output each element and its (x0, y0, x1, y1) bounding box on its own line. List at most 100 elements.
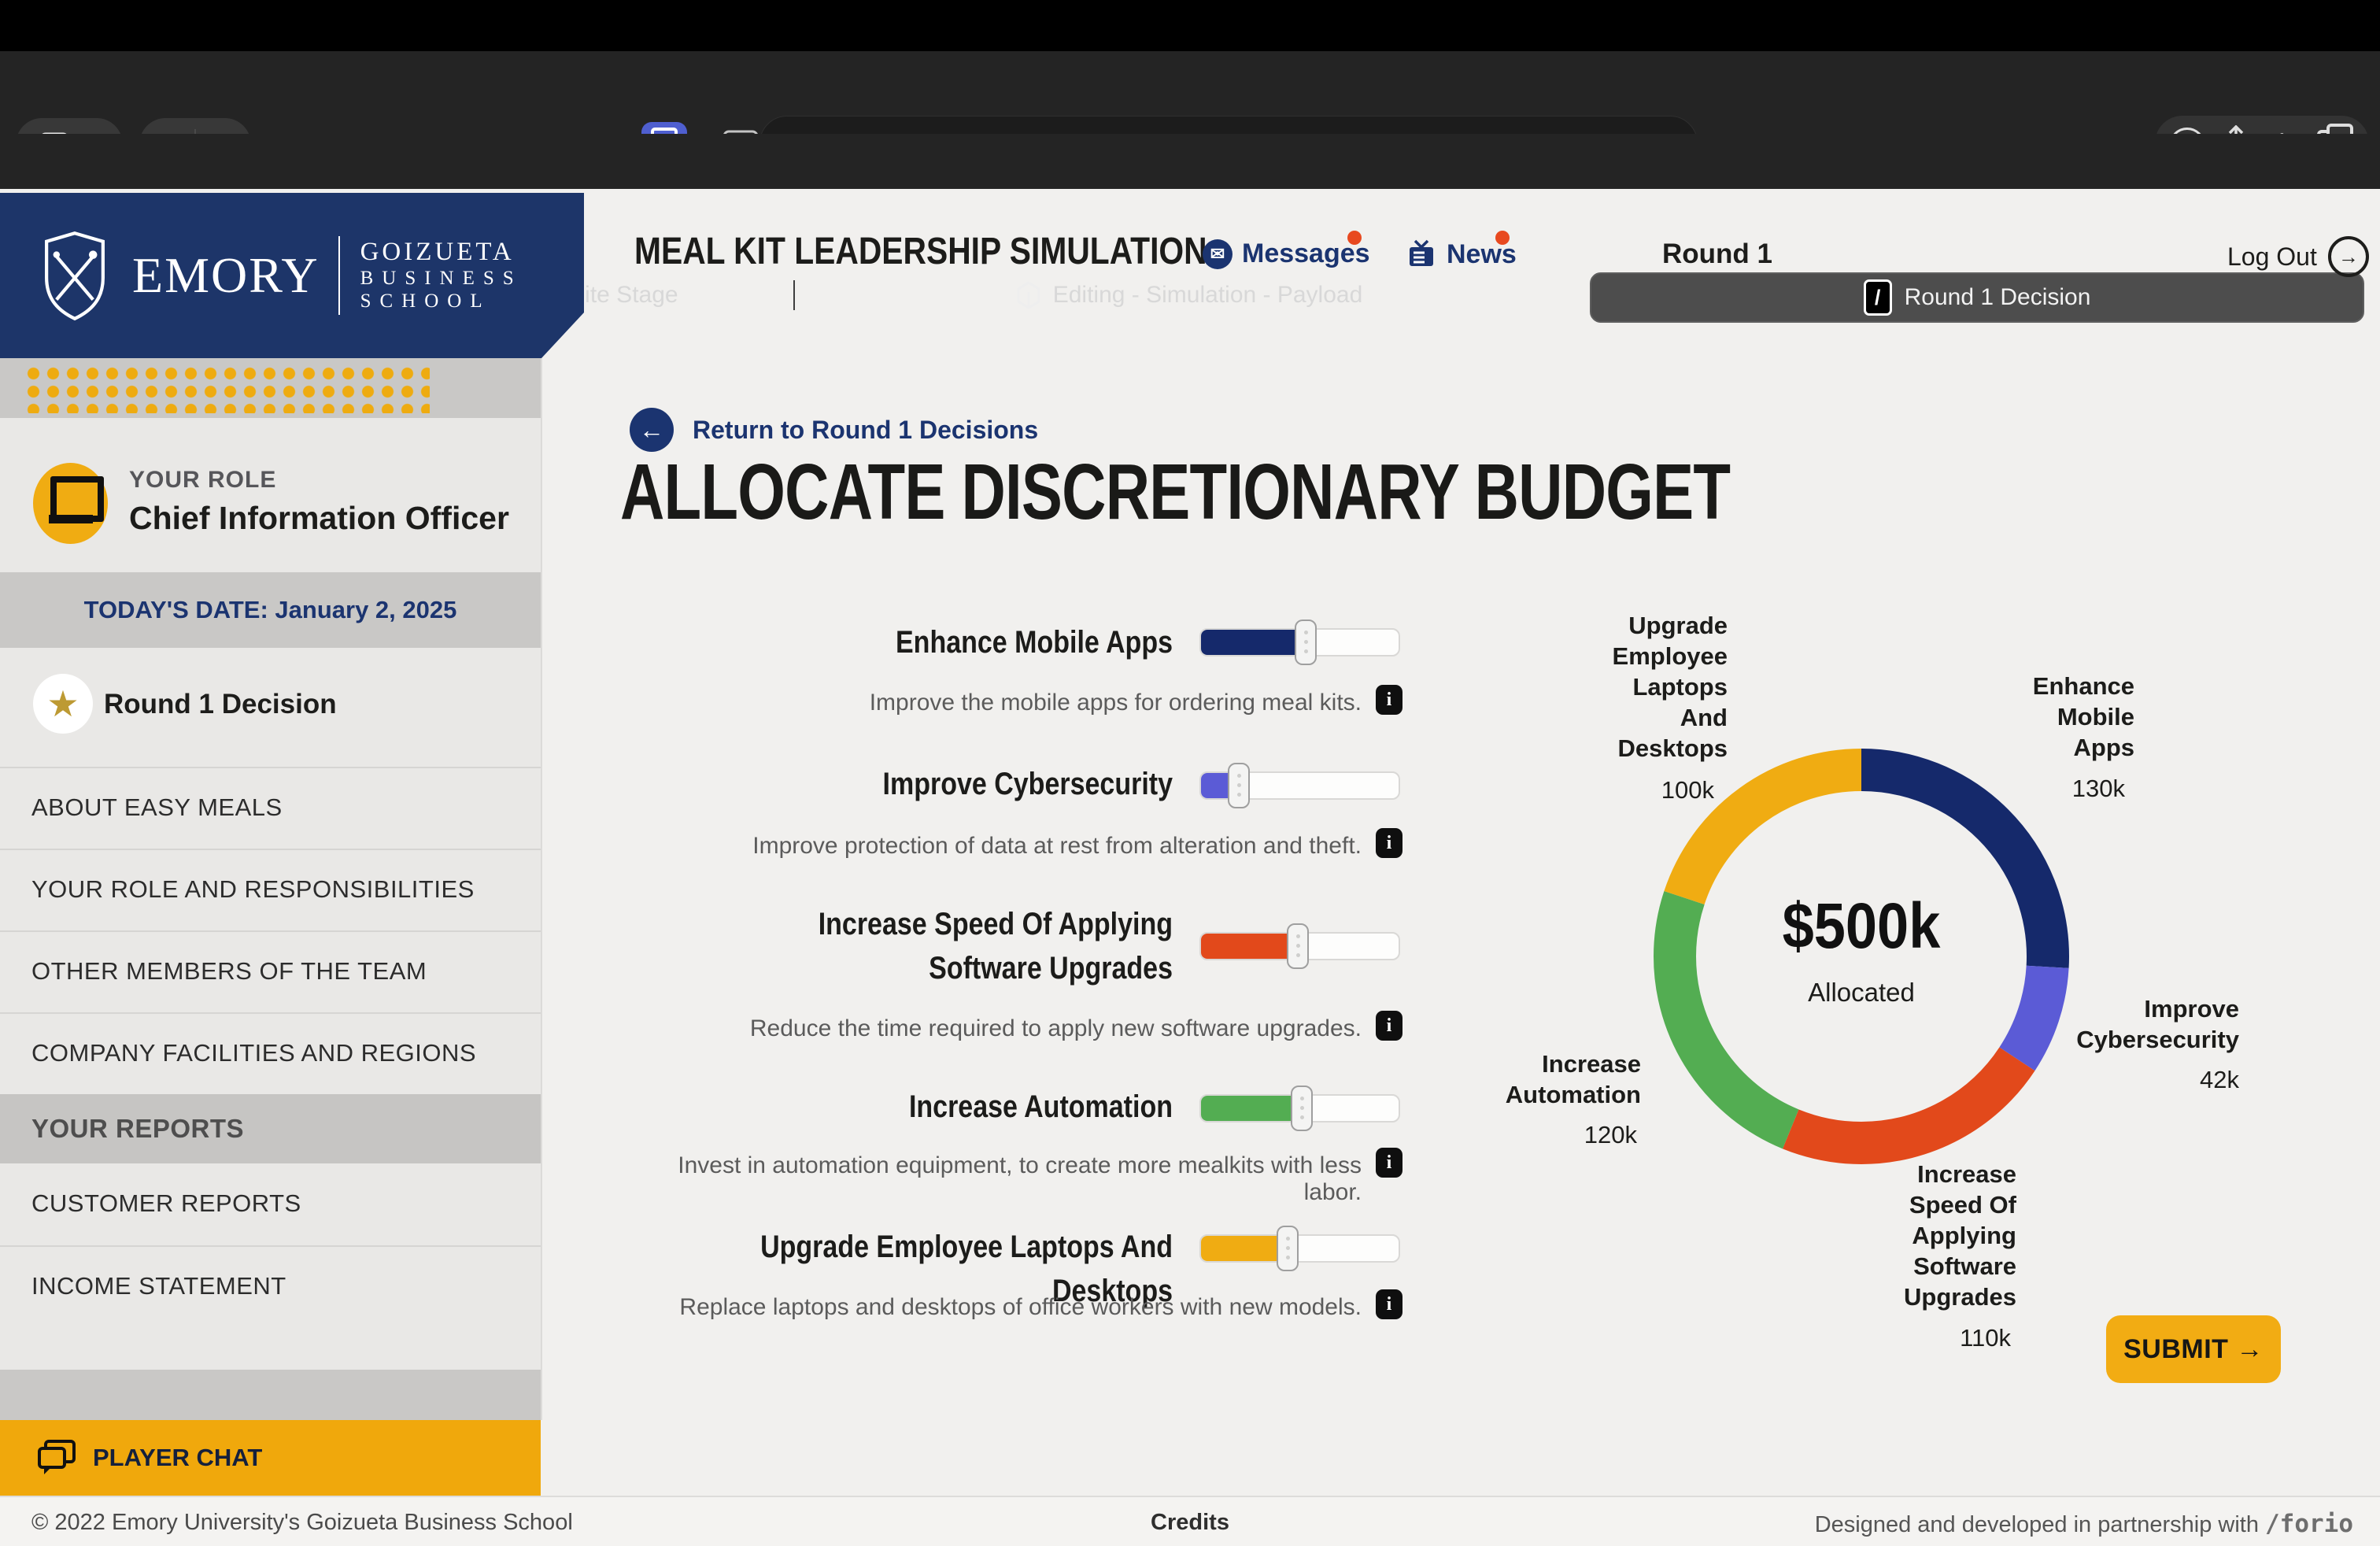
emory-shield-icon (41, 230, 109, 321)
slider-description: Improve protection of data at rest from … (622, 833, 1362, 860)
slider-handle[interactable] (1291, 1086, 1313, 1131)
macos-menubar (0, 0, 2380, 51)
tab-strip: N (9+) Website Pages Content | Website S… (0, 134, 2380, 189)
sidebar-dots-band (0, 358, 541, 418)
forio-logo: /forio (2265, 1510, 2353, 1538)
player-chat-button[interactable]: PLAYER CHAT (0, 1420, 541, 1496)
nav-label: COMPANY FACILITIES AND REGIONS (31, 1039, 476, 1067)
computer-icon (33, 463, 108, 544)
slider-upgrade-laptops[interactable] (1199, 1234, 1400, 1263)
decision-label: Round 1 Decision (104, 689, 337, 720)
role-title: Chief Information Officer (129, 500, 509, 537)
section-label: YOUR REPORTS (31, 1114, 244, 1144)
copyright-text: © 2022 Emory University's Goizueta Busin… (31, 1510, 573, 1536)
donut-value: 42k (2003, 1066, 2239, 1094)
slider-fill (1201, 1236, 1288, 1261)
sidebar-item-round-1-decision[interactable]: ★ Round 1 Decision (0, 648, 541, 766)
emory-logo: EMORY GOIZUETA BUSINESS SCHOOL (0, 193, 584, 358)
round-indicator: Round 1 (1662, 239, 1772, 270)
logo-school-line1: GOIZUETA (360, 238, 523, 268)
donut-label-enhance-mobile-apps: Enhance Mobile Apps (1898, 671, 2134, 763)
logout-arrow-icon: → (2328, 236, 2369, 277)
info-icon[interactable]: i (1376, 1289, 1402, 1319)
star-icon: ★ (33, 674, 93, 734)
nav-label: INCOME STATEMENT (31, 1272, 286, 1300)
donut-value: 130k (1889, 775, 2125, 803)
payload-icon (1017, 281, 1040, 309)
slider-label-software-upgrades: Increase Speed Of Applying Software Upgr… (703, 902, 1173, 990)
slider-handle[interactable] (1287, 923, 1309, 969)
tab-editing-simulation[interactable]: Editing - Simulation - Payload (793, 268, 1586, 323)
slider-handle[interactable] (1228, 763, 1250, 808)
logout-button[interactable]: Log Out → (2227, 236, 2369, 277)
nav-label: OTHER MEMBERS OF THE TEAM (31, 957, 427, 986)
nav-label: ABOUT EASY MEALS (31, 793, 283, 822)
slider-label-improve-cybersecurity: Improve Cybersecurity (703, 762, 1173, 806)
footer: © 2022 Emory University's Goizueta Busin… (0, 1496, 2380, 1546)
sidebar-item-company-facilities[interactable]: COMPANY FACILITIES AND REGIONS (0, 1012, 541, 1093)
back-arrow-button[interactable]: ← (630, 408, 674, 452)
donut-value: 120k (1401, 1121, 1637, 1149)
donut-value: 100k (1478, 776, 1714, 804)
tab-round-1-decision-active[interactable]: / Round 1 Decision (1590, 272, 2364, 323)
return-link[interactable]: Return to Round 1 Decisions (693, 416, 1038, 445)
slider-handle[interactable] (1295, 620, 1317, 665)
slider-improve-cybersecurity[interactable] (1199, 771, 1400, 800)
slider-increase-automation[interactable] (1199, 1094, 1400, 1123)
slider-description: Reduce the time required to apply new so… (622, 1015, 1362, 1042)
sidebar-item-your-role[interactable]: YOUR ROLE AND RESPONSIBILITIES (0, 849, 541, 929)
slider-fill (1201, 934, 1298, 959)
envelope-icon: ✉ (1203, 239, 1232, 269)
simulation-title: MEAL KIT LEADERSHIP SIMULATION (634, 230, 1207, 273)
dot-pattern (24, 364, 430, 413)
slider-label-increase-automation: Increase Automation (703, 1085, 1173, 1129)
forio-favicon: / (1864, 279, 1892, 316)
sidebar-item-customer-reports[interactable]: CUSTOMER REPORTS (0, 1163, 541, 1244)
role-eyebrow: YOUR ROLE (129, 467, 276, 494)
info-icon[interactable]: i (1376, 685, 1402, 715)
donut-total: $500k (1723, 890, 2000, 963)
slider-description: Invest in automation equipment, to creat… (622, 1152, 1362, 1206)
slider-software-upgrades[interactable] (1199, 932, 1400, 960)
slider-label-enhance-mobile-apps: Enhance Mobile Apps (703, 620, 1173, 664)
info-icon[interactable]: i (1376, 1148, 1402, 1178)
sidebar-spacer (0, 1370, 541, 1420)
slider-description: Improve the mobile apps for ordering mea… (622, 690, 1362, 716)
donut-label-improve-cybersecurity: Improve Cybersecurity (2003, 993, 2239, 1055)
donut-caption: Allocated (1704, 978, 2019, 1008)
player-chat-label: PLAYER CHAT (93, 1444, 262, 1472)
logo-school-line2: BUSINESS (360, 268, 523, 290)
logo-school-line3: SCHOOL (360, 290, 523, 313)
nav-label: YOUR ROLE AND RESPONSIBILITIES (31, 875, 475, 904)
sidebar-section-your-reports: YOUR REPORTS (0, 1094, 541, 1163)
logout-label: Log Out (2227, 242, 2317, 272)
donut-value: 110k (1775, 1324, 2011, 1352)
monitor-base (49, 515, 93, 523)
todays-date: TODAY'S DATE: January 2, 2025 (0, 572, 541, 648)
slider-enhance-mobile-apps[interactable] (1199, 628, 1400, 656)
logo-divider (338, 236, 340, 315)
tab-title: Round 1 Decision (1905, 284, 2091, 311)
slider-handle[interactable] (1277, 1226, 1299, 1271)
info-icon[interactable]: i (1376, 1011, 1402, 1041)
slider-fill (1201, 630, 1306, 655)
sidebar-item-income-statement[interactable]: INCOME STATEMENT (0, 1245, 541, 1326)
info-icon[interactable]: i (1376, 828, 1402, 858)
donut-label-software-upgrades: Increase Speed Of Applying Software Upgr… (1780, 1159, 2016, 1312)
submit-label: SUBMIT → (2123, 1334, 2264, 1365)
submit-button[interactable]: SUBMIT → (2106, 1315, 2281, 1383)
messages-button[interactable]: ✉ Messages (1203, 239, 1370, 269)
sidebar-item-other-members[interactable]: OTHER MEMBERS OF THE TEAM (0, 930, 541, 1011)
emory-wordmark: EMORY (132, 246, 320, 305)
credits-link[interactable]: Credits (1072, 1510, 1308, 1536)
sidebar-item-about-easy-meals[interactable]: ABOUT EASY MEALS (0, 767, 541, 847)
screen: ‹ › forio.com ↻ ↓ + N (9+) Website Pages… (0, 0, 2380, 1546)
news-notification-dot (1495, 231, 1510, 245)
messages-notification-dot (1347, 231, 1362, 245)
slider-description: Replace laptops and desktops of office w… (622, 1294, 1362, 1321)
donut-label-upgrade-laptops: Upgrade Employee Laptops And Desktops (1491, 610, 1728, 764)
back-arrow-icon: ← (639, 416, 664, 445)
nav-label: CUSTOMER REPORTS (31, 1189, 301, 1218)
tv-icon (1406, 239, 1437, 270)
partnership-text: Designed and developed in partnership wi… (1815, 1510, 2353, 1538)
